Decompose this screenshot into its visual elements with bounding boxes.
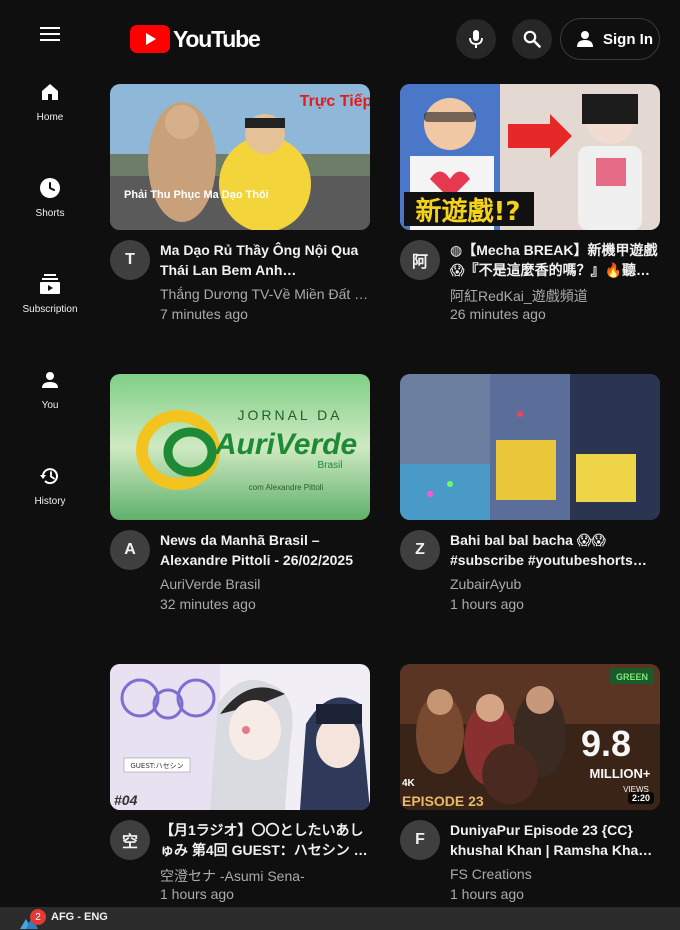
video-title[interactable]: Bahi bal bal bacha 😱😱 #subscribe #youtub… <box>450 530 660 570</box>
thumbnail-image <box>400 374 660 520</box>
thumbnail-views-million: MILLION+ <box>589 766 650 781</box>
thumbnail-caption: Phải Thu Phục Ma Dạo Thôi <box>124 189 269 201</box>
channel-name[interactable]: 空澄セナ -Asumi Sena- <box>160 866 370 886</box>
video-title[interactable]: News da Manhã Brasil – Alexandre Pittoli… <box>160 530 370 570</box>
sidebar-item-shorts[interactable]: Shorts <box>0 160 100 234</box>
sidebar-item-subscription[interactable]: Subscription <box>0 256 100 330</box>
channel-name[interactable]: ZubairAyub <box>450 576 660 592</box>
video-thumbnail[interactable]: GUEST:ハセシン #04 <box>110 664 370 810</box>
notification-badge[interactable]: 2 <box>30 909 46 925</box>
bottom-taskbar: 2 AFG - ENG <box>0 907 680 930</box>
sidebar-item-you[interactable]: You <box>0 352 100 426</box>
thumbnail-channel-logo: GREEN <box>616 672 648 682</box>
voice-search-button[interactable] <box>456 19 496 59</box>
video-thumbnail[interactable]: Trực Tiếp Phải Thu Phục Ma Dạo Thôi <box>110 84 370 230</box>
thumbnail-brand: AuriVerde <box>214 428 357 461</box>
video-thumbnail[interactable]: 新遊戲!? <box>400 84 660 230</box>
thumbnail-4k-badge: 4K <box>402 778 416 789</box>
video-thumbnail[interactable]: 9.8 MILLION+ VIEWS GREEN 4K EPISODE 23 2… <box>400 664 660 810</box>
sidebar-item-label: Subscription <box>22 304 78 315</box>
thumbnail-image: Trực Tiếp Phải Thu Phục Ma Dạo Thôi <box>110 84 370 230</box>
search-icon <box>523 30 541 48</box>
video-duration: 2:20 <box>627 792 654 804</box>
sidebar-item-history[interactable]: History <box>0 448 100 522</box>
video-thumbnail[interactable] <box>400 374 660 520</box>
youtube-play-icon <box>130 25 170 53</box>
match-score-text[interactable]: AFG - ENG <box>51 911 108 923</box>
video-age: 1 hours ago <box>160 886 234 902</box>
thumbnail-image: 9.8 MILLION+ VIEWS GREEN 4K EPISODE 23 <box>400 664 660 810</box>
shorts-icon <box>40 178 60 198</box>
video-title[interactable]: Ma Dạo Rủ Thầy Ông Nội Qua Thái Lan Bem … <box>160 240 370 280</box>
thumbnail-image: GUEST:ハセシン #04 <box>110 664 370 810</box>
microphone-icon <box>469 30 483 48</box>
thumbnail-image: 新遊戲!? <box>400 84 660 230</box>
youtube-logo[interactable]: YouTube <box>130 24 261 54</box>
person-icon <box>42 372 58 388</box>
channel-avatar[interactable]: Z <box>400 530 440 570</box>
search-button[interactable] <box>512 19 552 59</box>
channel-name[interactable]: Thắng Dương TV-Về Miền Đất … <box>160 286 370 302</box>
thumbnail-views-number: 9.8 <box>581 723 631 764</box>
video-age: 7 minutes ago <box>160 306 248 322</box>
video-age: 1 hours ago <box>450 886 524 902</box>
subscriptions-icon <box>40 274 60 294</box>
video-title[interactable]: 【月1ラジオ】〇〇としたいあしゅみ 第4回 GUEST：ハセシン … <box>160 820 370 860</box>
sidebar-item-label: Home <box>36 112 64 123</box>
top-header: YouTube Sign In <box>0 0 680 84</box>
thumbnail-text-top: JORNAL DA <box>237 407 342 423</box>
thumbnail-caption: 新遊戲!? <box>416 196 521 227</box>
sign-in-button[interactable]: Sign In <box>560 18 660 60</box>
sidebar-item-label: Shorts <box>35 208 65 219</box>
thumbnail-episode-label: EPISODE 23 <box>402 793 484 809</box>
video-thumbnail[interactable]: JORNAL DA AuriVerde Brasil com Alexandre… <box>110 374 370 520</box>
video-title[interactable]: ◍【Mecha BREAK】新機甲遊戲😱『不是這麼香的嗎？』🔥聽… <box>450 240 660 280</box>
video-age: 1 hours ago <box>450 596 524 612</box>
channel-avatar[interactable]: A <box>110 530 150 570</box>
channel-name[interactable]: FS Creations <box>450 866 660 882</box>
sidebar-item-label: History <box>34 496 66 507</box>
channel-name[interactable]: AuriVerde Brasil <box>160 576 370 592</box>
sidebar-item-label: You <box>41 400 59 411</box>
channel-name[interactable]: 阿紅RedKai_遊戲頻道 <box>450 286 660 306</box>
history-icon <box>40 468 58 485</box>
channel-avatar[interactable]: 阿 <box>400 240 440 280</box>
video-title[interactable]: DuniyaPur Episode 23 {CC} khushal Khan |… <box>450 820 660 860</box>
thumbnail-guest: GUEST:ハセシン <box>130 762 183 770</box>
menu-button[interactable] <box>26 14 74 54</box>
account-icon <box>577 31 593 47</box>
video-age: 32 minutes ago <box>160 596 256 612</box>
logo-text: YouTube <box>173 25 261 52</box>
channel-avatar[interactable]: F <box>400 820 440 860</box>
thumbnail-host: com Alexandre Pittoli <box>249 483 324 492</box>
youtube-app: YouTube Sign In Home Shorts Subscription… <box>0 0 680 930</box>
thumbnail-episode: #04 <box>114 792 138 808</box>
sign-in-label: Sign In <box>603 30 653 48</box>
thumbnail-image: JORNAL DA AuriVerde Brasil com Alexandre… <box>110 374 370 520</box>
channel-avatar[interactable]: 空 <box>110 820 150 860</box>
hamburger-menu-icon <box>40 27 60 41</box>
thumbnail-brand-sub: Brasil <box>317 460 342 471</box>
thumbnail-live-text: Trực Tiếp <box>300 93 370 110</box>
video-age: 26 minutes ago <box>450 306 546 322</box>
channel-avatar[interactable]: T <box>110 240 150 280</box>
